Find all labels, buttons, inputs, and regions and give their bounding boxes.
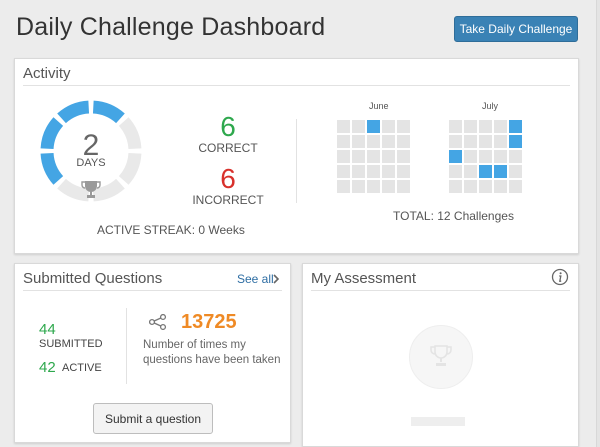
calendar-day <box>367 135 380 148</box>
submitted-questions-title: Submitted Questions <box>23 270 163 287</box>
calendar-day <box>449 135 462 148</box>
calendar-day <box>367 165 380 178</box>
calendar-day <box>479 120 492 133</box>
calendar-day <box>397 180 410 193</box>
take-daily-challenge-button[interactable]: Take Daily Challenge <box>454 16 578 42</box>
calendar-day <box>352 135 365 148</box>
right-scroll-edge <box>596 0 600 447</box>
calendar-day <box>352 150 365 163</box>
calendar-day <box>337 120 350 133</box>
calendar-day-active <box>494 165 507 178</box>
calendar-day-active <box>449 150 462 163</box>
calendar-day <box>337 150 350 163</box>
calendar-day <box>337 165 350 178</box>
calendar-day <box>367 150 380 163</box>
times-taken-label: Number of times my questions have been t… <box>143 339 281 366</box>
calendar-day <box>382 165 395 178</box>
submitted-label: SUBMITTED <box>39 338 103 350</box>
calendar-day-active <box>479 165 492 178</box>
calendar-june <box>337 120 410 193</box>
calendar-day <box>464 165 477 178</box>
calendar-day <box>479 180 492 193</box>
placeholder-bar <box>411 417 465 426</box>
calendar-day <box>509 165 522 178</box>
calendar-day <box>494 120 507 133</box>
activity-card: Activity 2 DAYS 6 CORRECT 6 INCORRECT AC… <box>14 58 579 254</box>
incorrect-count: 6 <box>220 163 236 194</box>
calendar-day <box>352 120 365 133</box>
calendar-day <box>397 135 410 148</box>
calendar-day <box>464 135 477 148</box>
calendar-day <box>479 135 492 148</box>
calendar-day <box>352 180 365 193</box>
submitted-divider <box>23 290 282 291</box>
submit-question-button[interactable]: Submit a question <box>93 403 213 434</box>
trophy-icon <box>81 181 101 198</box>
calendar-day <box>494 135 507 148</box>
month-label-july: July <box>482 101 499 111</box>
my-assessment-card: My Assessment <box>302 263 579 447</box>
total-challenges: TOTAL: 12 Challenges <box>393 209 514 223</box>
month-label-june: June <box>369 101 389 111</box>
calendar-day <box>464 150 477 163</box>
calendar-day <box>382 135 395 148</box>
calendar-day <box>397 120 410 133</box>
incorrect-label: INCORRECT <box>192 193 264 207</box>
calendar-day <box>449 180 462 193</box>
active-streak-text: ACTIVE STREAK: 0 Weeks <box>97 223 245 237</box>
calendar-day <box>449 120 462 133</box>
calendar-day <box>367 180 380 193</box>
assessment-divider <box>311 290 570 291</box>
calendar-day <box>494 150 507 163</box>
submitted-count: 44 <box>39 321 56 338</box>
calendar-day <box>382 120 395 133</box>
activity-title: Activity <box>23 65 71 82</box>
see-all-link[interactable]: See all <box>237 272 274 286</box>
calendar-day <box>449 165 462 178</box>
info-icon[interactable] <box>551 268 569 286</box>
active-count: 42 <box>39 359 56 376</box>
calendar-day <box>397 150 410 163</box>
calendar-day <box>509 180 522 193</box>
page-title: Daily Challenge Dashboard <box>16 13 326 41</box>
activity-divider <box>23 85 570 86</box>
streak-days-label: DAYS <box>76 157 106 169</box>
my-assessment-title: My Assessment <box>311 270 417 287</box>
calendar-day <box>479 150 492 163</box>
submitted-vertical-divider <box>126 308 127 384</box>
correct-count: 6 <box>220 111 236 142</box>
calendar-day <box>337 180 350 193</box>
activity-vertical-divider <box>296 119 297 203</box>
calendar-day <box>382 150 395 163</box>
times-taken-count: 13725 <box>181 311 237 333</box>
calendar-day <box>337 135 350 148</box>
calendar-day <box>509 150 522 163</box>
calendar-july <box>449 120 522 193</box>
calendar-day <box>464 120 477 133</box>
share-icon <box>149 314 167 330</box>
calendar-day <box>494 180 507 193</box>
calendar-day <box>397 165 410 178</box>
donut-segment-filled <box>92 100 125 124</box>
calendar-day-active <box>367 120 380 133</box>
calendar-day-active <box>509 135 522 148</box>
submitted-questions-card: Submitted Questions See all 44 SUBMITTED… <box>14 263 291 443</box>
placeholder-trophy-icon <box>430 345 452 366</box>
active-label: ACTIVE <box>62 362 102 374</box>
calendar-day-active <box>509 120 522 133</box>
calendar-day <box>382 180 395 193</box>
calendar-day <box>352 165 365 178</box>
donut-segment-filled <box>57 100 90 124</box>
correct-label: CORRECT <box>198 141 258 155</box>
chevron-right-icon[interactable] <box>272 274 280 284</box>
calendar-day <box>464 180 477 193</box>
